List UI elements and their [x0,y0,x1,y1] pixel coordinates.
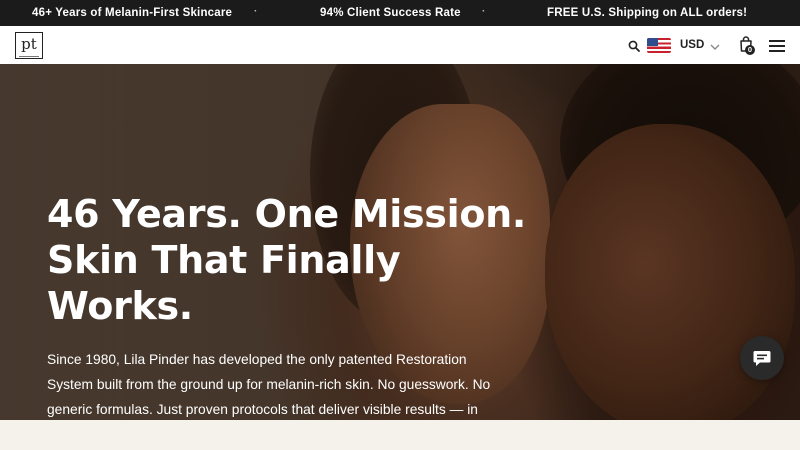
hero-description-line: System built from the ground up for mela… [47,377,491,392]
shopping-bag-icon[interactable]: 0 [739,36,755,55]
hero-title: 46 Years. One Mission. Skin That Finally… [47,191,527,329]
hero-banner: 46 Years. One Mission. Skin That Finally… [0,64,800,420]
site-header: pt USD 0 [0,26,800,64]
announcement-separator: · [482,6,486,17]
hamburger-menu-icon[interactable] [769,40,785,52]
us-flag-icon[interactable] [647,38,671,53]
logo-underline [19,56,39,57]
announcement-bar: 46+ Years of Melanin-First Skincare · 94… [0,0,800,26]
hero-title-line: Works. [47,284,193,328]
chat-button[interactable] [740,336,784,380]
chevron-down-icon[interactable] [710,39,720,50]
currency-selector[interactable]: USD [680,39,704,51]
hero-description-line: Since 1980, Lila Pinder has developed th… [47,352,467,367]
hero-title-line: 46 Years. One Mission. [47,192,527,236]
site-logo[interactable]: pt [15,32,43,59]
cart-count-badge: 0 [745,45,755,55]
announcement-message: 94% Client Success Rate [320,7,461,19]
hero-title-line: Skin That Finally [47,238,401,282]
logo-text: pt [21,35,37,53]
next-section-strip [0,420,800,450]
announcement-separator: · [254,6,258,17]
search-icon[interactable] [628,39,640,52]
hero-description-line: generic formulas. Just proven protocols … [47,402,478,417]
announcement-message: 46+ Years of Melanin-First Skincare [32,7,233,19]
hero-description: Since 1980, Lila Pinder has developed th… [47,347,517,420]
chat-bubble-icon [753,351,771,366]
announcement-message: FREE U.S. Shipping on ALL orders! [547,7,748,19]
